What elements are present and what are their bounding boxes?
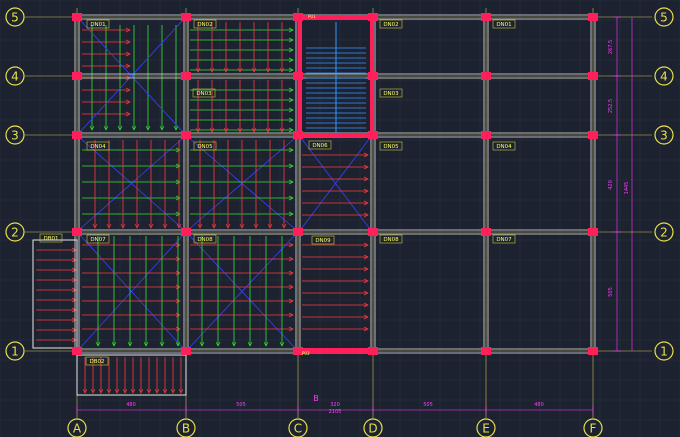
column (181, 13, 191, 21)
slab-label-a5: DN01 (90, 22, 105, 28)
column (181, 228, 191, 236)
axis-bubble-left-4-label: 4 (11, 70, 19, 84)
dim-span-cd: 320 (330, 402, 340, 408)
column (588, 72, 598, 80)
cad-drawing-canvas[interactable]: 2105 480 505 320 505 480 267.5 252.5 420… (0, 0, 680, 437)
axis-bubble-right-3-label: 3 (660, 129, 668, 143)
axis-bubble-right-5-label: 5 (660, 11, 668, 25)
column (481, 347, 491, 355)
slab-label-left_cant: DB01 (43, 236, 58, 242)
slab-label-b5: DN02 (197, 22, 212, 28)
dim-span-bc: 505 (236, 402, 246, 408)
column (481, 228, 491, 236)
dim-span-de: 505 (423, 402, 433, 408)
axis-bubble-bottom-A-label: A (73, 422, 82, 436)
column (368, 13, 378, 21)
axis-bubble-left-2-label: 2 (11, 226, 19, 240)
column (72, 131, 82, 139)
column (588, 228, 598, 236)
column (293, 13, 303, 21)
dim-right-total: 1445 (624, 182, 630, 195)
slab-label-e3: DN04 (496, 144, 512, 150)
column (72, 13, 82, 21)
column (481, 131, 491, 139)
column (181, 347, 191, 355)
slab-label-b3: DN05 (197, 144, 213, 150)
column (181, 131, 191, 139)
axis-bubble-bottom-E-label: E (482, 422, 490, 436)
axis-bubble-bottom-C-label: C (294, 422, 302, 436)
column (293, 72, 303, 80)
axis-bubble-left-5-label: 5 (11, 11, 19, 25)
column (72, 347, 82, 355)
slab-label-bottom_cant: DB02 (89, 359, 104, 365)
axis-bubble-right-1-label: 1 (660, 345, 668, 359)
slab-label-b2: DN08 (197, 237, 213, 243)
slab-label-a2: DN07 (90, 237, 106, 243)
stair-tag-bottom: P03 (302, 351, 310, 356)
stair-label: B (313, 394, 319, 403)
dim-span-ef: 480 (534, 402, 544, 408)
slab-label-d5: DN02 (383, 22, 398, 28)
axis-bubble-bottom-B-label: B (182, 422, 190, 436)
column (481, 72, 491, 80)
axis-bubble-bottom-F-label: F (590, 422, 597, 436)
slab-label-c2: DN09 (315, 238, 331, 244)
slab-label-e2: DN07 (496, 237, 512, 243)
dim-right-54: 267.5 (608, 40, 614, 54)
column (588, 131, 598, 139)
axis-bubble-bottom-D-label: D (368, 422, 377, 436)
column (293, 131, 303, 139)
dim-right-43: 252.5 (608, 99, 614, 113)
column (368, 228, 378, 236)
axis-bubble-right-2-label: 2 (660, 226, 668, 240)
dim-span-ab: 480 (126, 402, 136, 408)
slab-label-e5: DN01 (496, 22, 511, 28)
stair-tag-top: P01 (308, 14, 316, 19)
slab-label-c3: DN06 (312, 143, 328, 149)
slab-label-d2: DN08 (383, 237, 399, 243)
slab-label-b4: DN03 (196, 91, 212, 97)
slab-label-a3: DN04 (90, 144, 106, 150)
slab-label-d4: DN03 (383, 91, 399, 97)
column (588, 347, 598, 355)
column (481, 13, 491, 21)
axis-bubble-left-1-label: 1 (11, 345, 19, 359)
column (368, 347, 378, 355)
column (181, 72, 191, 80)
axis-bubble-left-3-label: 3 (11, 129, 19, 143)
dim-right-21: 505 (608, 287, 614, 297)
column (588, 13, 598, 21)
column (72, 228, 82, 236)
axis-bubble-right-4-label: 4 (660, 70, 668, 84)
column (293, 228, 303, 236)
slab-label-d3: DN05 (383, 144, 399, 150)
column (368, 72, 378, 80)
column (368, 131, 378, 139)
column (72, 72, 82, 80)
dim-right-32: 420 (608, 180, 614, 190)
